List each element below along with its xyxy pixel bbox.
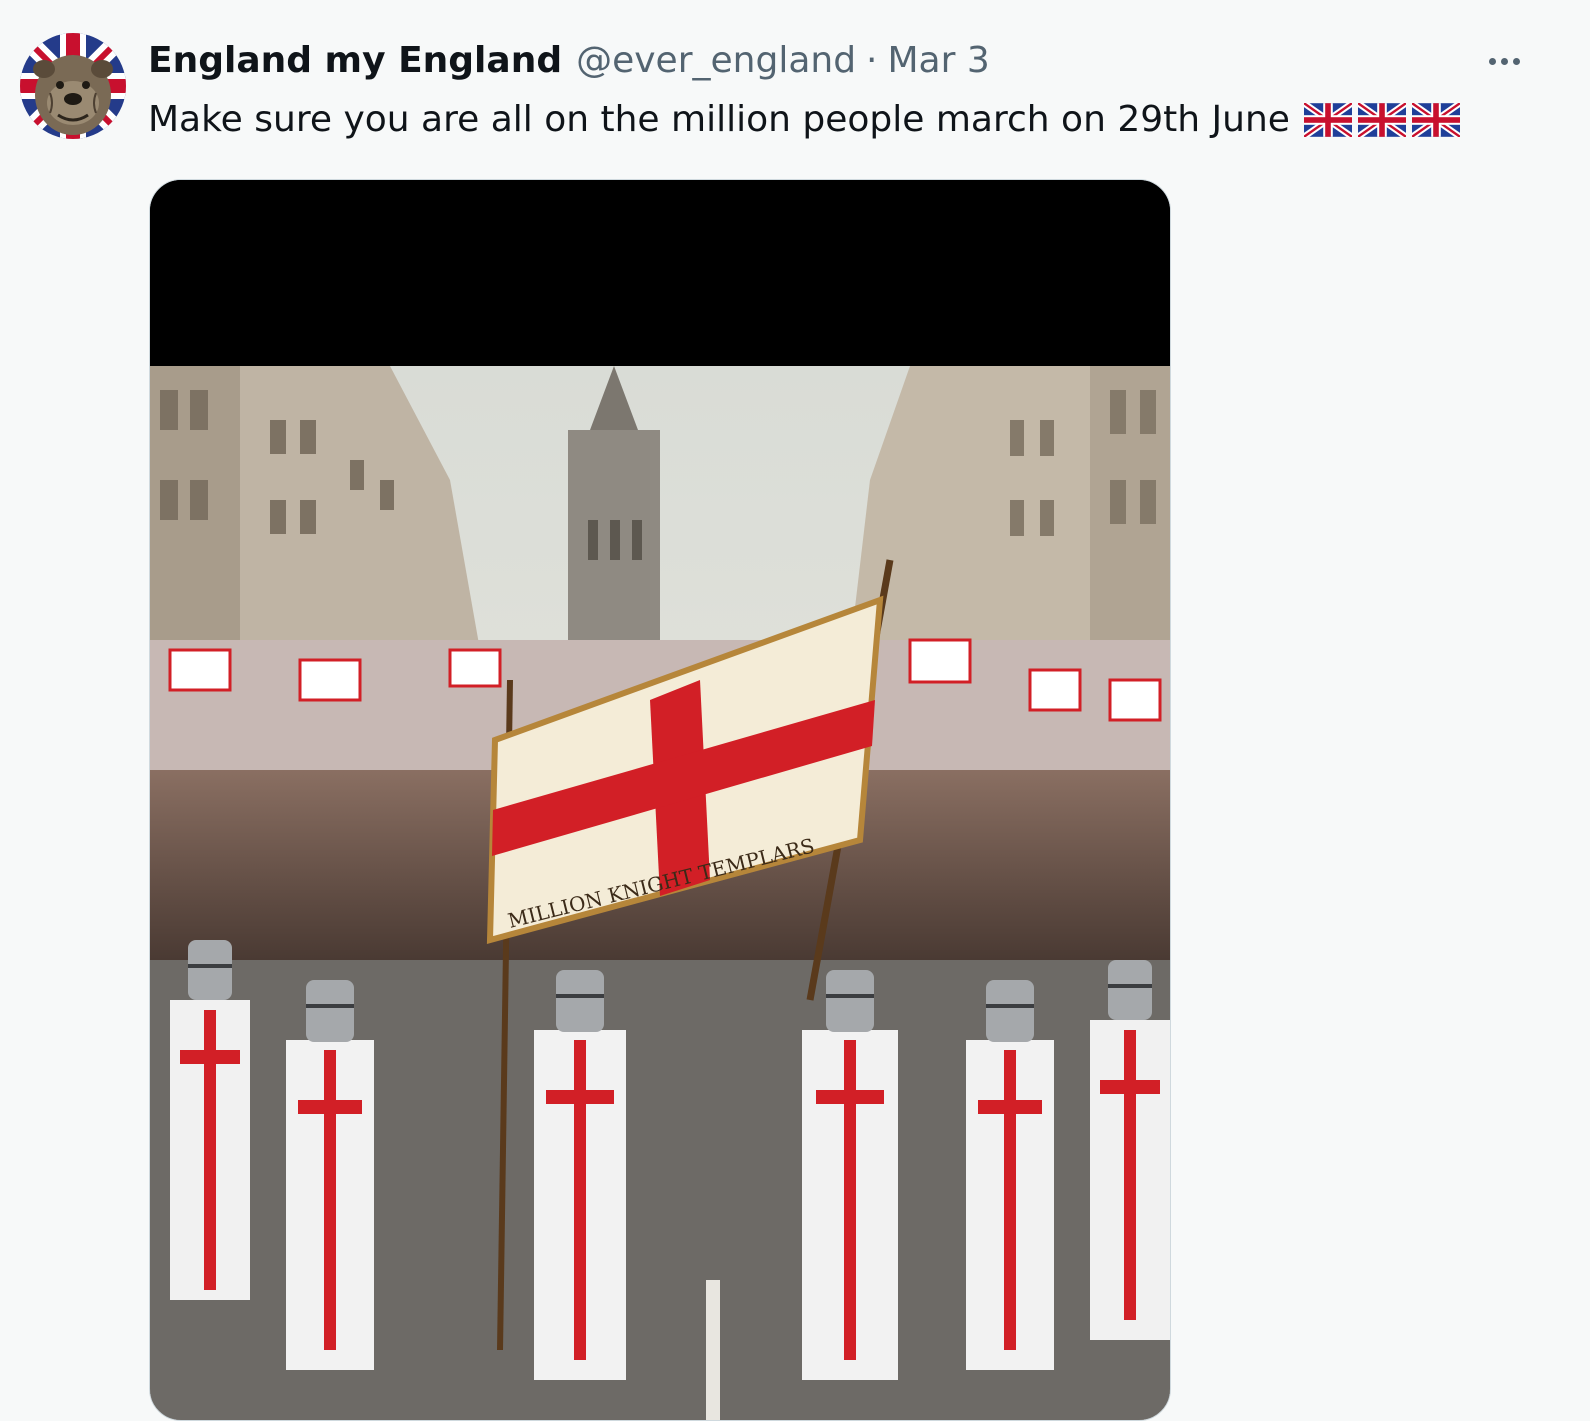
tweet-text: Make sure you are all on the million peo…: [148, 95, 1460, 145]
tweet-media-image[interactable]: MILLION KNIGHT TEMPLARS: [149, 179, 1171, 1421]
union-jack-flag-icon: [1357, 103, 1406, 137]
tweet-article[interactable]: England my England @ever_england · Mar 3…: [0, 0, 1590, 1421]
knights-templar-march-image: MILLION KNIGHT TEMPLARS: [150, 180, 1170, 1420]
union-jack-flag-icon: [1411, 103, 1460, 137]
more-options-icon[interactable]: [1478, 44, 1530, 78]
header-separator: ·: [866, 40, 878, 81]
union-jack-flag-icon: [1303, 103, 1352, 137]
author-handle[interactable]: @ever_england: [576, 36, 856, 86]
tweet-header: England my England @ever_england · Mar 3: [148, 36, 990, 86]
tweet-text-body: Make sure you are all on the million peo…: [148, 99, 1290, 140]
bulldog-avatar-icon: [20, 33, 126, 139]
tweet-date[interactable]: Mar 3: [888, 36, 990, 86]
author-avatar[interactable]: [20, 33, 126, 139]
flag-emoji-group: [1303, 103, 1460, 137]
author-display-name[interactable]: England my England: [148, 36, 562, 86]
